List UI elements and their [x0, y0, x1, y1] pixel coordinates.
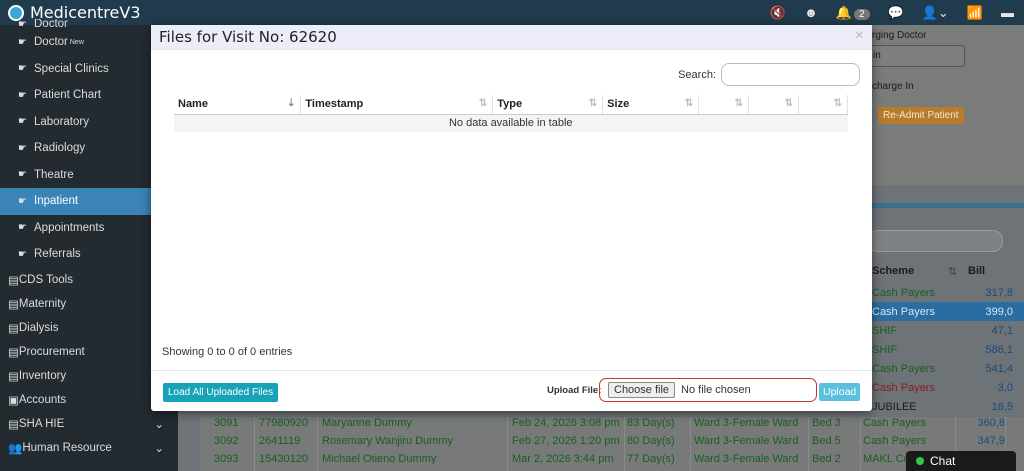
files-modal: Files for Visit No: 62620 × Search: Name…: [151, 25, 872, 411]
hand-point-icon: ☛: [18, 195, 27, 207]
user-switch-icon[interactable]: ☻: [804, 5, 818, 20]
column-header-extra-3[interactable]: ⇅: [798, 95, 848, 115]
table-row[interactable]: Cash Payers 317,8: [868, 283, 1024, 302]
search-label: Search:: [678, 68, 716, 81]
upload-file-label: Upload File:: [547, 385, 602, 396]
chat-bubbles-icon[interactable]: 💬: [888, 5, 904, 21]
sort-icon: ⇅: [948, 266, 958, 278]
load-all-files-button[interactable]: Load All Uploaded Files: [163, 383, 279, 402]
file-input[interactable]: Choose file No file chosen: [599, 378, 817, 402]
modal-footer: Load All Uploaded Files Upload File: Cho…: [151, 370, 872, 411]
sidebar-group-sha-hie[interactable]: ▤ SHA HIE ⌄: [0, 412, 178, 436]
column-header-extra-2[interactable]: ⇅: [748, 95, 799, 115]
table-row[interactable]: 3091 77980920 Maryanne Dummy Feb 24, 202…: [200, 417, 1006, 435]
mute-icon[interactable]: 🔇: [770, 5, 786, 21]
no-file-text: No file chosen: [681, 384, 751, 396]
close-icon[interactable]: ×: [855, 27, 864, 45]
document-icon: ▤: [8, 370, 19, 383]
column-header-name[interactable]: Name ⇣: [174, 95, 302, 115]
table-row[interactable]: Cash Payers 3,0: [868, 378, 1024, 397]
discharge-in-label: charge In: [872, 81, 914, 92]
sort-icon: ⇅: [478, 98, 488, 109]
modal-title: Files for Visit No: 62620: [159, 28, 337, 46]
users-icon: 👥: [8, 442, 23, 455]
hand-point-icon: ☛: [18, 222, 27, 234]
chat-widget[interactable]: Chat: [906, 451, 1016, 471]
table-row[interactable]: SHIF 586,1: [868, 340, 1024, 359]
bill-column-header[interactable]: Bill: [968, 265, 985, 285]
column-header-timestamp[interactable]: Timestamp ⇅: [300, 95, 494, 115]
search-row: Search:: [678, 63, 860, 86]
document-icon: ▤: [8, 322, 19, 335]
menu-icon[interactable]: ▬: [1001, 5, 1014, 20]
user-menu-icon[interactable]: 👤⌄: [922, 5, 949, 21]
discharging-doctor-label: rging Doctor: [872, 30, 927, 41]
sort-icon: ⇅: [734, 98, 744, 109]
readmit-patient-button[interactable]: Re-Admit Patient: [878, 107, 964, 124]
table-info: Showing 0 to 0 of 0 entries: [162, 346, 293, 358]
chevron-down-icon: ⌄: [154, 418, 164, 431]
empty-table-message: No data available in table: [174, 114, 848, 132]
background-search-input[interactable]: [868, 230, 1003, 252]
sort-icon: ⇅: [684, 98, 694, 109]
wallet-icon: ▣: [8, 394, 19, 407]
document-icon: ▤: [8, 274, 19, 287]
upload-button[interactable]: Upload: [819, 383, 861, 401]
hand-point-icon: ☛: [18, 89, 27, 101]
hand-point-icon: ☛: [18, 169, 27, 181]
table-row[interactable]: 3092 2641119 Rosemary Wanjiru Dummy Feb …: [200, 435, 1006, 453]
sidebar-group-human-resource[interactable]: 👥 Human Resource ⌄: [0, 436, 178, 460]
document-icon: ▤: [8, 346, 19, 359]
search-input[interactable]: [721, 63, 860, 86]
online-status-icon: [916, 457, 924, 465]
choose-file-button[interactable]: Choose file: [608, 382, 676, 398]
table-row[interactable]: Cash Payers 541,4: [868, 359, 1024, 378]
wifi-icon: 📶: [966, 4, 983, 20]
table-row[interactable]: Cash Payers 399,0: [868, 302, 1024, 321]
column-header-size[interactable]: Size ⇅: [602, 95, 700, 115]
table-row[interactable]: 3093 15430120 Michael Otieno Dummy Mar 2…: [200, 453, 956, 471]
chevron-down-icon: ⌄: [154, 442, 164, 455]
scheme-column-header[interactable]: Scheme: [872, 265, 914, 285]
column-header-extra-1[interactable]: ⇅: [698, 95, 750, 115]
sort-asc-icon: ⇣: [287, 98, 296, 109]
discharging-doctor-select[interactable]: in: [868, 45, 965, 67]
hand-point-icon: ☛: [18, 19, 27, 29]
column-header-type[interactable]: Type ⇅: [492, 95, 604, 115]
files-table: Name ⇣ Timestamp ⇅ Type ⇅ Size ⇅ ⇅ ⇅ ⇅ No da…: [174, 95, 848, 132]
sort-icon: ⇅: [784, 98, 793, 109]
hand-point-icon: ☛: [18, 63, 27, 75]
hand-point-icon: ☛: [18, 248, 27, 260]
notification-badge: 2: [853, 8, 870, 20]
bell-icon: 🔔: [835, 4, 852, 20]
hand-point-icon: ☛: [18, 116, 27, 128]
hand-point-icon: ☛: [18, 36, 27, 48]
hand-point-icon: ☛: [18, 142, 27, 154]
table-row[interactable]: SHIF 47,1: [868, 321, 1024, 340]
table-row[interactable]: JUBILEE 16,5: [868, 397, 1024, 416]
sort-icon: ⇅: [833, 98, 842, 109]
document-icon: ▤: [8, 418, 19, 431]
notifications-button[interactable]: 🔔 2: [836, 5, 870, 21]
modal-header: Files for Visit No: 62620 ×: [151, 25, 872, 50]
document-icon: ▤: [8, 298, 19, 311]
table-row: No data available in table: [174, 114, 848, 132]
sort-icon: ⇅: [588, 98, 598, 109]
top-icons: 🔇 ☻ 🔔 2 💬 👤⌄ 📶 ▬: [770, 0, 1014, 25]
